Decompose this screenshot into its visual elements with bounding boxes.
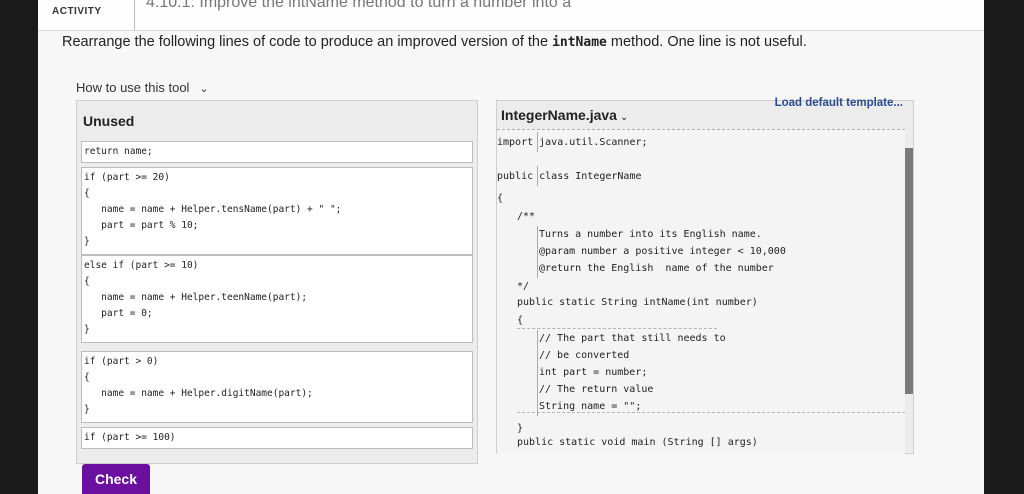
code-line: if (part >= 100) [84, 432, 176, 443]
editor-line[interactable]: // The return value [539, 381, 653, 398]
code-line: } [84, 236, 90, 247]
solution-panel: IntegerName.java ⌄ Load default template.… [496, 97, 914, 454]
editor-line[interactable]: Turns a number into its English name. [539, 226, 762, 243]
instruction-code: intName [552, 35, 607, 50]
editor-line[interactable]: public static String intName(int number) [517, 294, 758, 311]
how-to-use-toggle[interactable]: How to use this tool ⌄ [76, 80, 209, 95]
editor-line[interactable]: @return the English name of the number [539, 260, 774, 277]
activity-title: 4.10.1: Improve the intName method to tu… [146, 0, 572, 11]
file-name-label: IntegerName.java [501, 107, 617, 123]
code-line: part = 0; [84, 308, 153, 319]
code-block[interactable]: if (part >= 20) { name = name + Helper.t… [81, 167, 473, 255]
editor-scrollbar[interactable] [905, 148, 913, 394]
code-block[interactable]: if (part > 0) { name = name + Helper.dig… [81, 351, 473, 423]
code-line: { [84, 276, 90, 287]
indent-guide [537, 330, 538, 416]
chevron-down-icon: ⌄ [619, 112, 629, 123]
instruction-after: method. One line is not useful. [606, 34, 807, 50]
editor-line[interactable]: // be converted [539, 347, 629, 364]
instruction-before: Rearrange the following lines of code to… [62, 34, 553, 50]
editor-line[interactable]: /** [517, 208, 535, 225]
code-line: } [84, 324, 90, 335]
code-line: else if (part >= 10) [84, 260, 199, 271]
editor-line[interactable]: import java.util.Scanner; [497, 134, 648, 151]
code-line: { [84, 188, 90, 199]
code-block[interactable]: if (part >= 100) [81, 427, 473, 449]
activity-page: ACTIVITY 4.10.1: Improve the intName met… [38, 0, 984, 494]
chevron-down-icon: ⌄ [199, 83, 209, 95]
activity-label: ACTIVITY [52, 6, 102, 17]
editor-line[interactable]: // The part that still needs to [539, 330, 726, 347]
code-line: name = name + Helper.tensName(part) + " … [84, 204, 342, 215]
code-line: { [84, 372, 90, 383]
check-button[interactable]: Check [82, 464, 150, 494]
drop-gap [517, 412, 905, 414]
unused-panel: Unused return name; if (part >= 20) { na… [76, 100, 478, 464]
code-line: name = name + Helper.teenName(part); [84, 292, 308, 303]
activity-header: ACTIVITY 4.10.1: Improve the intName met… [38, 0, 984, 31]
code-line: } [84, 404, 90, 415]
editor-line[interactable]: { [497, 190, 503, 207]
how-to-use-label: How to use this tool [76, 80, 190, 95]
code-block[interactable]: else if (part >= 10) { name = name + Hel… [81, 255, 473, 343]
editor-line[interactable]: int part = number; [539, 364, 647, 381]
instruction-text: Rearrange the following lines of code to… [62, 34, 807, 50]
load-template-link[interactable]: Load default template... [775, 97, 903, 109]
code-line: if (part >= 20) [84, 172, 170, 183]
header-divider [134, 0, 135, 30]
code-block[interactable]: return name; [81, 141, 473, 163]
editor-line[interactable]: */ [517, 278, 529, 295]
indent-guide [537, 166, 538, 186]
code-drop-area[interactable]: import java.util.Scanner; public class I… [497, 129, 913, 454]
editor-line[interactable]: @param number a positive integer < 10,00… [539, 243, 786, 260]
file-name-dropdown[interactable]: IntegerName.java ⌄ [501, 107, 628, 123]
editor-line[interactable]: { [517, 312, 523, 329]
editor-line[interactable]: public class IntegerName [497, 168, 642, 185]
code-line: if (part > 0) [84, 356, 159, 367]
code-line: part = part % 10; [84, 220, 199, 231]
code-line: return name; [84, 146, 153, 157]
unused-title: Unused [83, 113, 135, 129]
code-line: name = name + Helper.digitName(part); [84, 388, 313, 399]
indent-guide [537, 132, 538, 152]
indent-guide [537, 226, 538, 278]
editor-line[interactable]: public static void main (String [] args) [517, 434, 758, 451]
